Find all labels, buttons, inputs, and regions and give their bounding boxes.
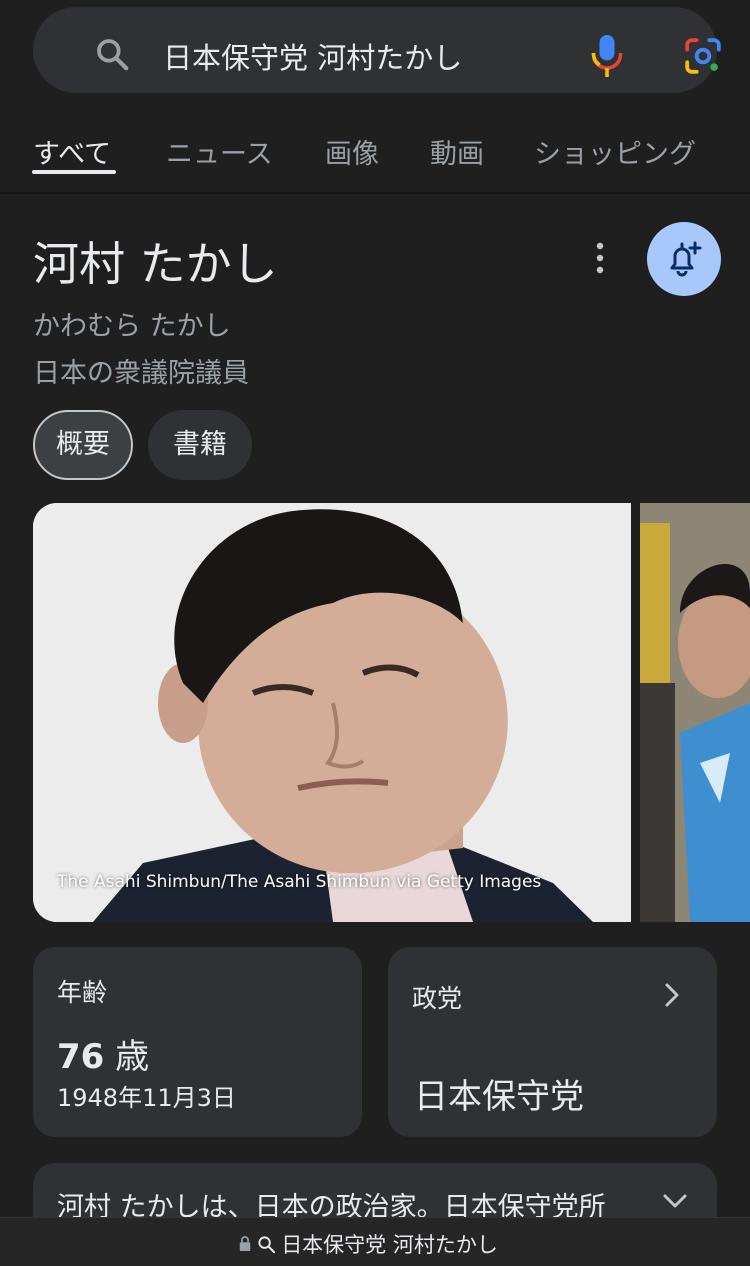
age-card: 年齢 76 歳 1948年11月3日 [33,947,362,1137]
search-icon-small [258,1235,276,1253]
entity-reading: かわむら たかし [33,311,231,342]
search-results-page: 日本保守党 河村たかし すべて ニュース 画像 動画 ショッピング 河村 たかし… [0,0,750,1266]
chevron-down-icon[interactable] [661,1191,689,1211]
google-lens-icon[interactable] [684,37,722,75]
url-content: 日本保守党 河村たかし [238,1229,498,1257]
chip-books[interactable]: 書籍 [148,410,252,480]
entity-photo-secondary[interactable] [640,503,750,922]
birth-date: 1948年11月3日 [57,1084,236,1112]
age-number: 76 [57,1037,105,1077]
browser-url-bar[interactable]: 日本保守党 河村たかし [0,1217,750,1266]
tab-shopping[interactable]: ショッピング [534,132,696,171]
tab-all[interactable]: すべて [33,132,111,171]
party-value: 日本保守党 [414,1077,584,1117]
photo-credit: The Asahi Shimbun/The Asahi Shimbun via … [57,872,542,892]
entity-title: 河村 たかし [33,237,278,291]
active-tab-indicator [32,170,116,174]
age-value: 76 歳 [57,1029,149,1078]
tabs-divider [0,192,750,194]
search-icon[interactable] [93,35,131,73]
party-card[interactable]: 政党 日本保守党 [388,947,717,1137]
party-label: 政党 [412,984,463,1013]
search-input[interactable]: 日本保守党 河村たかし [163,35,462,77]
age-label: 年齢 [57,978,108,1007]
chevron-right-icon [665,983,679,1007]
search-bar[interactable]: 日本保守党 河村たかし [33,7,721,93]
tab-news[interactable]: ニュース [166,132,273,171]
more-options-icon[interactable] [588,240,612,276]
follow-button[interactable] [647,222,721,296]
microphone-icon[interactable] [589,33,625,79]
bell-plus-icon [670,241,702,277]
tab-images[interactable]: 画像 [325,132,379,171]
entity-description: 日本の衆議院議員 [33,358,249,389]
portrait-illustration [33,503,631,922]
chip-overview[interactable]: 概要 [33,410,133,480]
tab-videos[interactable]: 動画 [430,132,484,171]
secondary-photo-illustration [640,503,750,922]
entity-photo-main[interactable]: The Asahi Shimbun/The Asahi Shimbun via … [33,503,631,922]
age-unit: 歳 [115,1037,150,1077]
lock-icon [239,1236,251,1251]
search-tabs: すべて ニュース 画像 動画 ショッピング [0,118,750,188]
url-text: 日本保守党 河村たかし [281,1233,498,1257]
